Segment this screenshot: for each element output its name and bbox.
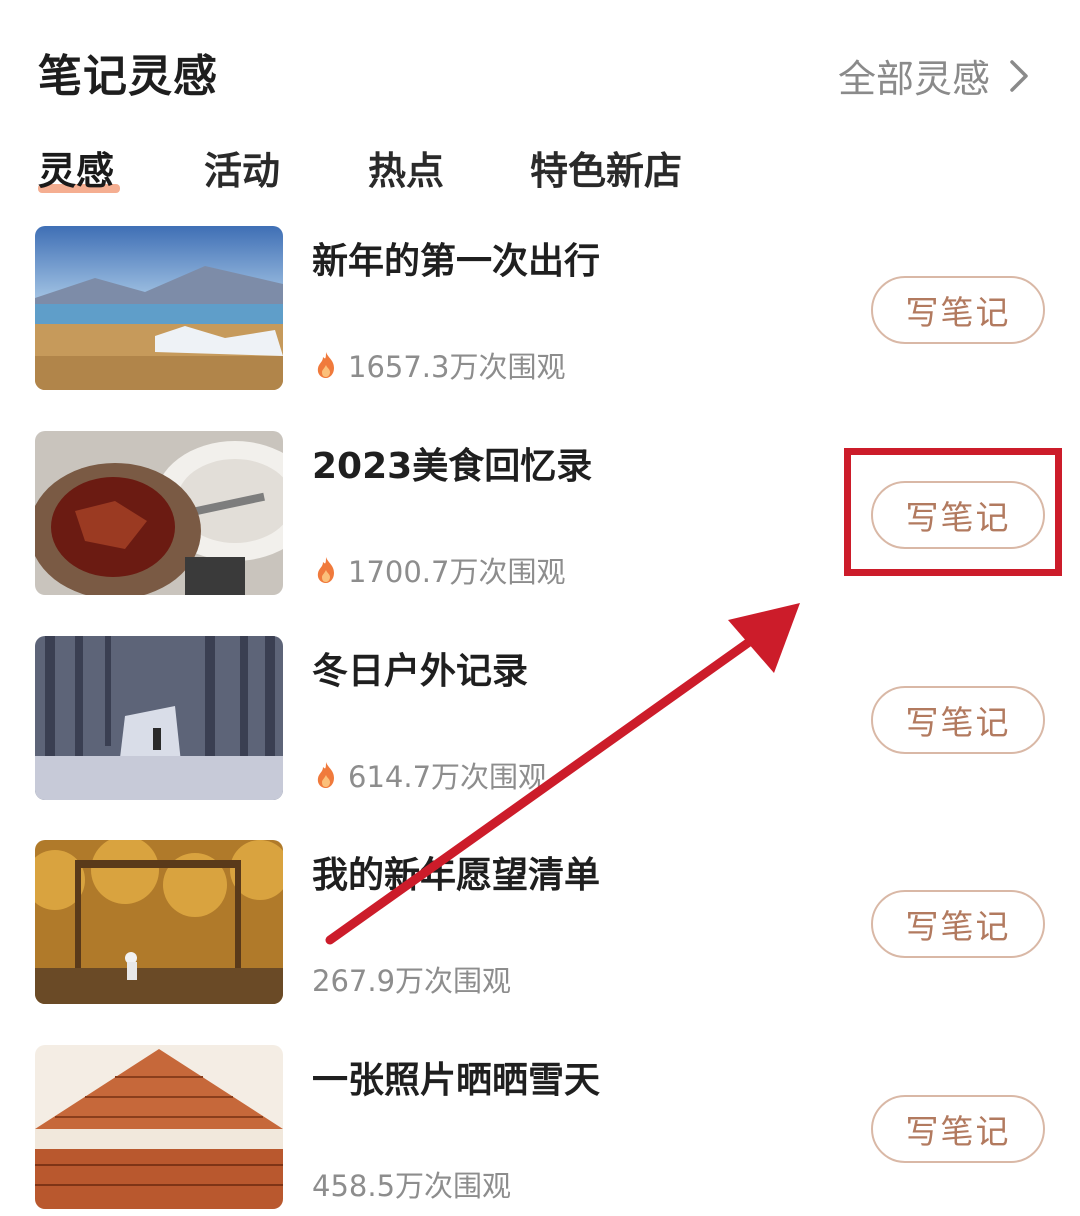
write-note-button[interactable]: 写笔记	[871, 276, 1045, 344]
list-item[interactable]: 2023美食回忆录 1700.7万次围观 写笔记	[0, 431, 1080, 599]
chevron-right-icon	[1010, 59, 1028, 92]
view-count: 614.7万次围观	[312, 754, 547, 796]
tab-activities[interactable]: 活动	[204, 140, 280, 195]
view-count-text: 1700.7万次围观	[348, 555, 566, 589]
tab-label: 活动	[204, 149, 281, 193]
write-note-button[interactable]: 写笔记	[871, 890, 1045, 958]
list-item[interactable]: 冬日户外记录 614.7万次围观 写笔记	[0, 636, 1080, 804]
write-note-button[interactable]: 写笔记	[871, 1095, 1045, 1163]
view-count: 1700.7万次围观	[312, 549, 565, 591]
tab-inspiration[interactable]: 灵感	[38, 140, 120, 195]
item-title: 冬日户外记录	[312, 651, 529, 692]
thumbnail-image	[35, 1045, 283, 1209]
tab-label: 热点	[368, 149, 445, 193]
flame-icon	[317, 557, 334, 583]
thumbnail-image	[35, 840, 283, 1004]
thumbnail-image	[35, 636, 283, 800]
item-title: 我的新年愿望清单	[312, 855, 601, 896]
flame-icon	[317, 352, 334, 378]
write-note-button[interactable]: 写笔记	[871, 481, 1045, 549]
write-note-button[interactable]: 写笔记	[871, 686, 1045, 754]
view-count: 267.9万次围观	[312, 958, 511, 1000]
thumbnail-image	[35, 226, 283, 390]
tab-label: 灵感	[38, 149, 115, 193]
view-count-text: 614.7万次围观	[348, 760, 548, 794]
list-item[interactable]: 新年的第一次出行 1657.3万次围观 写笔记	[0, 226, 1080, 394]
view-count-text: 458.5万次围观	[312, 1169, 512, 1203]
tab-label: 特色新店	[530, 149, 683, 193]
view-count: 1657.3万次围观	[312, 344, 565, 386]
flame-icon	[317, 762, 334, 788]
list-item[interactable]: 我的新年愿望清单 267.9万次围观 写笔记	[0, 840, 1080, 1008]
thumbnail-image	[35, 431, 283, 595]
view-count: 458.5万次围观	[312, 1163, 511, 1205]
view-count-text: 267.9万次围观	[312, 964, 512, 998]
item-title: 一张照片晒晒雪天	[312, 1060, 601, 1101]
item-title: 新年的第一次出行	[312, 241, 601, 282]
item-title: 2023美食回忆录	[312, 446, 593, 487]
all-inspirations-label: 全部灵感	[837, 57, 990, 101]
list-item[interactable]: 一张照片晒晒雪天 458.5万次围观 写笔记	[0, 1045, 1080, 1213]
tab-trending[interactable]: 热点	[368, 140, 444, 195]
all-inspirations-link[interactable]: 全部灵感	[838, 48, 1034, 103]
tab-featured-new-stores[interactable]: 特色新店	[530, 140, 682, 195]
view-count-text: 1657.3万次围观	[348, 350, 566, 384]
section-title: 笔记灵感	[38, 51, 218, 102]
